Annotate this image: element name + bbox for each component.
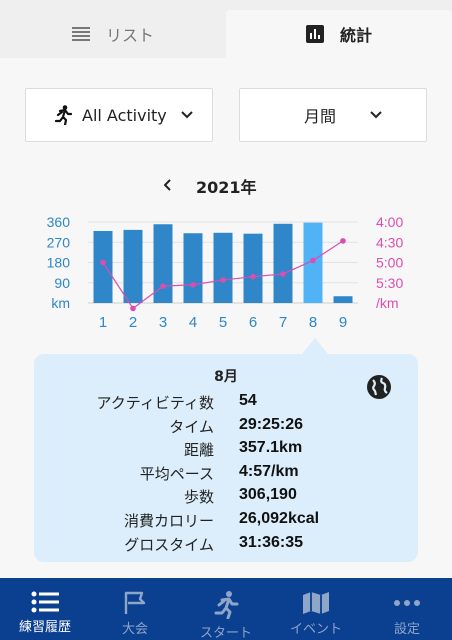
- stat-value: 29:25:26: [239, 415, 304, 433]
- nav-settings[interactable]: 設定: [362, 578, 452, 640]
- pace-point: [190, 281, 196, 288]
- x-tick-label: 4: [189, 314, 197, 331]
- year-navigator: 2021年: [0, 172, 452, 198]
- tab-stats-label: 統計: [339, 26, 372, 45]
- popup-pointer: [302, 338, 328, 354]
- activity-dropdown[interactable]: All Activity: [25, 88, 213, 142]
- bar-chart-icon: [305, 25, 324, 43]
- activity-dropdown-value: All Activity: [82, 105, 167, 125]
- pace-point: [130, 305, 136, 312]
- x-tick-label: 1: [99, 314, 107, 331]
- more-icon: [393, 591, 421, 615]
- y-tick-label-right: 4:30: [376, 234, 403, 250]
- year-label: 2021年: [196, 178, 257, 197]
- stat-value: 357.1km: [239, 439, 303, 457]
- pace-point: [220, 277, 226, 283]
- tab-list-label: リスト: [105, 26, 154, 45]
- period-dropdown[interactable]: 月間: [239, 88, 427, 142]
- y-tick-label-right: /km: [376, 295, 399, 311]
- y-tick-label-right: 4:00: [376, 214, 403, 230]
- stat-row: 距離 357.1km: [34, 439, 418, 463]
- x-tick-label: 3: [159, 314, 167, 331]
- nav-label: 大会: [121, 622, 148, 637]
- stat-value: 306,190: [239, 486, 297, 504]
- bar: [183, 233, 203, 303]
- chevron-left-icon[interactable]: [158, 175, 178, 195]
- x-tick-label: 7: [279, 314, 287, 331]
- nav-label: イベント: [289, 622, 342, 637]
- bar: [333, 296, 353, 303]
- nav-label: スタート: [199, 626, 252, 640]
- stat-row: 歩数 306,190: [34, 486, 418, 510]
- tab-stats[interactable]: 統計: [226, 10, 452, 58]
- chevron-down-icon: [370, 111, 382, 119]
- bar: [123, 229, 143, 303]
- stat-label: 平均ペース: [139, 464, 214, 483]
- pace-point: [280, 271, 286, 277]
- list-icon: [31, 591, 59, 613]
- flag-icon: [122, 591, 148, 615]
- x-tick-label: 2: [129, 314, 137, 331]
- stat-value: 26,092kcal: [239, 510, 320, 527]
- pace-point: [100, 259, 106, 266]
- nav-races[interactable]: 大会: [90, 578, 180, 640]
- x-tick-label: 9: [339, 314, 347, 331]
- y-tick-label-right: 5:30: [376, 275, 403, 291]
- y-tick-label-left: 360: [47, 214, 71, 230]
- y-tick-label-right: 5:00: [376, 255, 403, 271]
- tab-bar: リスト 統計: [0, 0, 452, 58]
- stat-row: グロスタイム 31:36:35: [34, 534, 418, 558]
- y-tick-label-left: 180: [47, 255, 71, 271]
- bar: [273, 223, 293, 303]
- runner-icon: [54, 105, 72, 125]
- monthly-chart: 360 270 180 90 km 4:00 4:30 5:00 5:30/km 1 2 3 4 5 6 7 8…: [47, 214, 404, 331]
- bottom-nav: 練習履歴 大会 スタート イベント 設定: [0, 578, 452, 640]
- stat-label: 消費カロリー: [123, 512, 214, 530]
- pace-point: [340, 238, 346, 244]
- bar: [213, 232, 233, 303]
- stat-label: タイム: [169, 417, 214, 436]
- stat-value: 54: [239, 392, 257, 409]
- month-detail-popup: 8月 アクティビティ数 54 タイム 29:25:26 距離 357.1km 平均ペース 4:…: [34, 338, 418, 562]
- runner-icon: [213, 591, 239, 619]
- pace-point: [250, 273, 256, 280]
- chevron-down-icon: [181, 111, 193, 119]
- x-tick-label: 8: [309, 314, 317, 331]
- stat-row: 消費カロリー 26,092kcal: [34, 510, 418, 534]
- bar: [93, 231, 113, 303]
- popup-month: 8月: [214, 369, 238, 385]
- list-icon: [71, 27, 90, 41]
- tab-list[interactable]: リスト: [0, 10, 226, 58]
- period-dropdown-value: 月間: [303, 107, 336, 126]
- y-tick-label-left: km: [51, 295, 70, 311]
- stat-value: 31:36:35: [239, 533, 304, 551]
- stat-row: アクティビティ数 54: [34, 392, 418, 416]
- stat-label: 歩数: [183, 488, 214, 507]
- nav-label: 練習履歴: [18, 620, 71, 635]
- stat-label: 距離: [183, 441, 214, 460]
- bar: [243, 233, 263, 303]
- nav-label: 設定: [393, 622, 420, 637]
- stat-label: アクティビティ数: [96, 394, 214, 412]
- x-tick-label: 6: [249, 314, 257, 331]
- pace-point: [310, 257, 316, 264]
- stat-row: タイム 29:25:26: [34, 416, 418, 440]
- stat-label: グロスタイム: [124, 535, 214, 554]
- nav-start[interactable]: スタート: [181, 578, 271, 640]
- pace-point: [160, 283, 166, 289]
- map-icon: [302, 591, 330, 615]
- nav-events[interactable]: イベント: [271, 578, 361, 640]
- x-tick-label: 5: [219, 314, 227, 331]
- y-tick-label-left: 270: [47, 234, 71, 250]
- stat-row: 平均ペース 4:57/km: [34, 463, 418, 487]
- stat-value: 4:57/km: [239, 462, 299, 480]
- y-tick-label-left: 90: [54, 275, 70, 291]
- nav-history[interactable]: 練習履歴: [0, 578, 90, 640]
